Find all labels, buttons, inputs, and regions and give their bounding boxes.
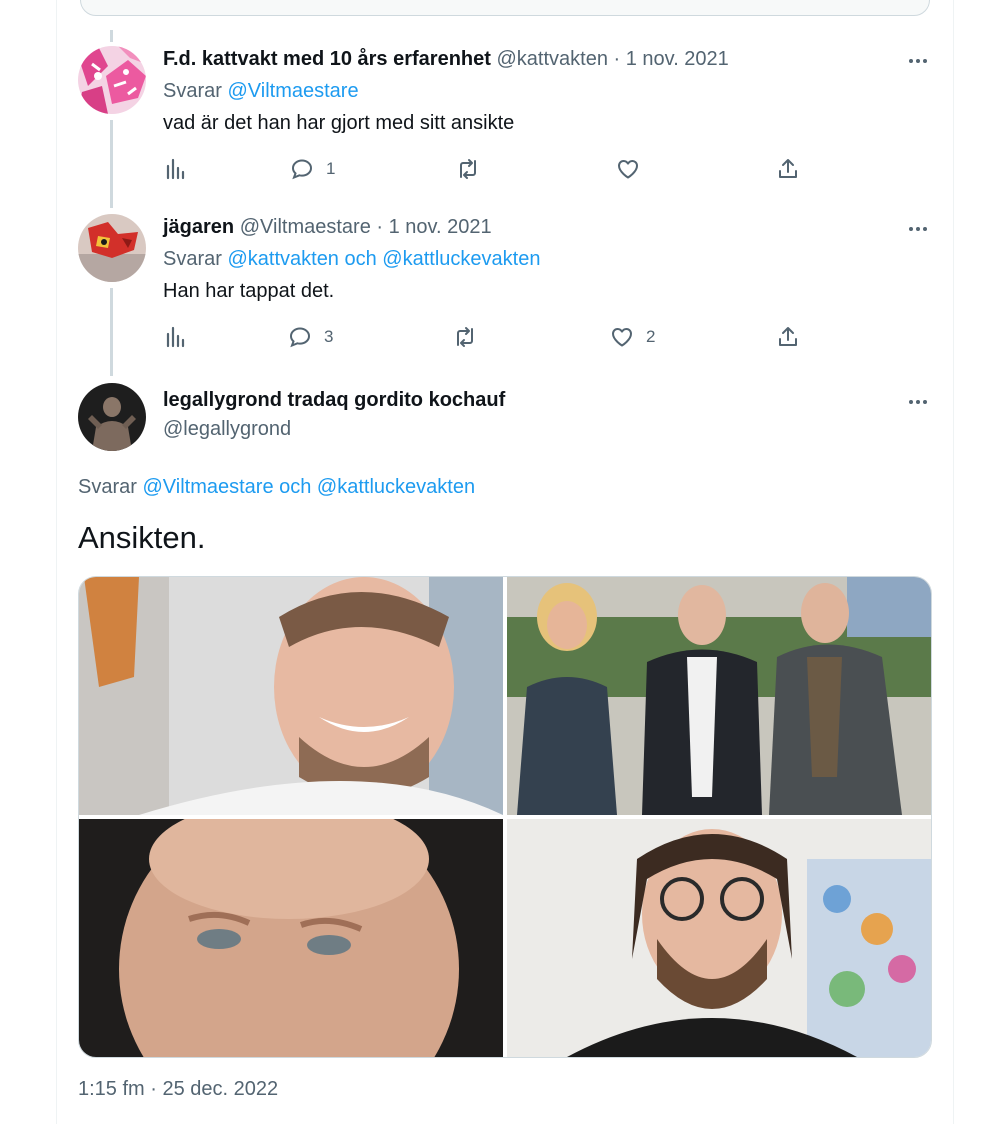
previous-tweet-edge <box>80 0 930 16</box>
focused-handle[interactable]: @legallygrond <box>163 418 291 441</box>
separator: · <box>376 216 384 238</box>
media-photo-4[interactable] <box>507 819 931 1057</box>
more-icon[interactable] <box>906 54 930 68</box>
reply-context: Svarar @Viltmaestare och @kattluckevakte… <box>78 476 475 499</box>
like-button[interactable]: 2 <box>610 325 655 349</box>
tweet-header: F.d. kattvakt med 10 års erfarenhet @kat… <box>163 48 729 71</box>
tweet-date[interactable]: 1 nov. 2021 <box>389 216 492 238</box>
avatar-kattvakten[interactable] <box>78 46 146 114</box>
like-button[interactable] <box>616 157 652 181</box>
analytics-icon <box>166 158 185 180</box>
tweet-time[interactable]: 1:15 fm <box>78 1078 145 1100</box>
more-icon[interactable] <box>906 222 930 236</box>
media-photo-1[interactable] <box>79 577 503 815</box>
analytics-button[interactable] <box>164 157 188 181</box>
avatar-legallygrond[interactable] <box>78 383 146 451</box>
reply-prefix: Svarar <box>163 80 222 102</box>
reply-button[interactable]: 3 <box>288 325 333 349</box>
handle[interactable]: @Viltmaestare <box>240 216 371 238</box>
like-count: 2 <box>646 327 656 346</box>
retweet-button[interactable] <box>453 325 489 349</box>
media-photo-3[interactable] <box>79 819 503 1057</box>
share-icon <box>779 159 797 178</box>
tweet-text: Han har tappat det. <box>163 280 335 302</box>
reply-context: Svarar @Viltmaestare <box>163 80 359 103</box>
separator: · <box>150 1078 157 1100</box>
tweet-text: vad är det han har gjort med sitt ansikt… <box>163 112 515 134</box>
thread-line <box>110 120 113 208</box>
media-grid <box>78 576 932 1058</box>
tweet-header: jägaren @Viltmaestare · 1 nov. 2021 <box>163 216 492 239</box>
tweet-full-date[interactable]: 25 dec. 2022 <box>163 1078 279 1100</box>
share-button[interactable] <box>776 157 800 181</box>
heart-icon <box>618 160 638 179</box>
reply-count: 3 <box>324 327 334 346</box>
reply-context: Svarar @kattvakten och @kattluckevakten <box>163 248 540 271</box>
more-icon[interactable] <box>906 395 930 409</box>
tweet-timestamp[interactable]: 1:15 fm · 25 dec. 2022 <box>78 1078 278 1101</box>
reply-prefix: Svarar <box>163 248 222 270</box>
thread-line <box>110 288 113 376</box>
retweet-icon <box>457 327 473 347</box>
retweet-button[interactable] <box>456 157 492 181</box>
focused-display-name[interactable]: legallygrond tradaq gordito kochauf <box>163 389 505 412</box>
retweet-icon <box>460 159 476 179</box>
media-photo-2[interactable] <box>507 577 931 815</box>
handle[interactable]: @kattvakten <box>496 48 607 70</box>
share-icon <box>779 327 797 346</box>
share-button[interactable] <box>776 325 800 349</box>
reply-icon <box>289 327 311 348</box>
avatar-viltmaestare[interactable] <box>78 214 146 282</box>
analytics-icon <box>166 326 185 348</box>
tweet-date[interactable]: 1 nov. 2021 <box>626 48 729 70</box>
display-name[interactable]: F.d. kattvakt med 10 års erfarenhet <box>163 48 491 70</box>
thread-line <box>110 30 113 42</box>
reply-to-link[interactable]: @Viltmaestare <box>227 80 358 102</box>
reply-to-link[interactable]: @kattvakten och @kattluckevakten <box>227 248 540 270</box>
reply-to-link[interactable]: @Viltmaestare och @kattluckevakten <box>142 476 475 498</box>
focused-tweet-text: Ansikten. <box>78 520 206 555</box>
separator: · <box>613 48 621 70</box>
reply-prefix: Svarar <box>78 476 137 498</box>
analytics-button[interactable] <box>164 325 188 349</box>
reply-button[interactable]: 1 <box>290 157 335 181</box>
reply-count: 1 <box>326 159 336 178</box>
reply-icon <box>291 159 313 180</box>
display-name[interactable]: jägaren <box>163 216 234 238</box>
heart-icon <box>612 328 632 347</box>
display-name[interactable]: legallygrond tradaq gordito kochauf <box>163 389 505 411</box>
